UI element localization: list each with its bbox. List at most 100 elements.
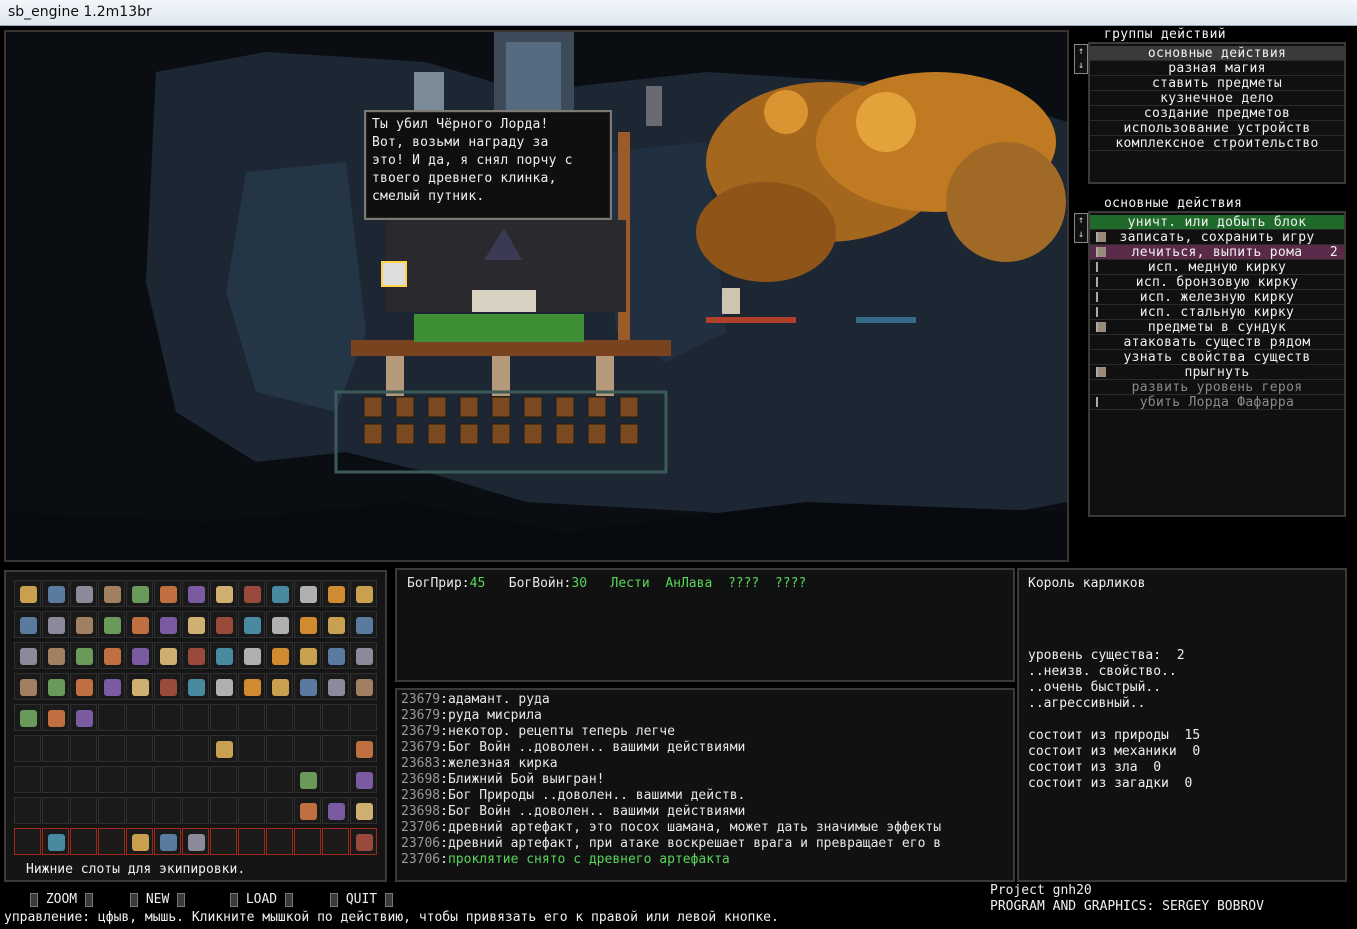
inventory-slot[interactable]: [322, 735, 349, 762]
inventory-slot[interactable]: [154, 797, 181, 824]
inventory-slot[interactable]: [126, 828, 153, 855]
action-item[interactable]: записать, сохранить игру: [1090, 230, 1344, 245]
inventory-slot[interactable]: [210, 704, 237, 731]
inventory-slot[interactable]: [14, 611, 41, 638]
inventory-slot[interactable]: [154, 735, 181, 762]
scroll-down-icon[interactable]: ↓: [1075, 228, 1087, 242]
inventory-slot[interactable]: [238, 704, 265, 731]
inventory-slot[interactable]: [70, 735, 97, 762]
inventory-slot[interactable]: [210, 828, 237, 855]
inventory-slot[interactable]: [210, 611, 237, 638]
inventory-slot[interactable]: [154, 642, 181, 669]
action-item[interactable]: развить уровень героя: [1090, 380, 1344, 395]
inventory-slot[interactable]: [350, 766, 377, 793]
inventory-slot[interactable]: [238, 735, 265, 762]
inventory-slot[interactable]: [14, 766, 41, 793]
inventory-slot[interactable]: [70, 704, 97, 731]
inventory-slot[interactable]: [182, 797, 209, 824]
inventory-slot[interactable]: [70, 797, 97, 824]
inventory-slot[interactable]: [42, 611, 69, 638]
inventory-slot[interactable]: [98, 704, 125, 731]
action-item[interactable]: исп. медную кирку: [1090, 260, 1344, 275]
zoom-button[interactable]: ZOOM: [30, 892, 93, 910]
inventory-slot[interactable]: [42, 642, 69, 669]
inventory-slot[interactable]: [98, 611, 125, 638]
inventory-slot[interactable]: [210, 766, 237, 793]
inventory-slot[interactable]: [70, 642, 97, 669]
game-viewport[interactable]: Ты убил Чёрного Лорда! Вот, возьми награ…: [4, 30, 1069, 562]
inventory-slot[interactable]: [14, 797, 41, 824]
inventory-slot[interactable]: [210, 642, 237, 669]
inventory-slot[interactable]: [210, 580, 237, 607]
inventory-slot[interactable]: [238, 673, 265, 700]
inventory-slot[interactable]: [182, 611, 209, 638]
inventory-slot[interactable]: [14, 673, 41, 700]
quit-button[interactable]: QUIT: [330, 892, 393, 910]
inventory-slot[interactable]: [98, 580, 125, 607]
inventory-slot[interactable]: [322, 828, 349, 855]
inventory-slot[interactable]: [42, 673, 69, 700]
inventory-slot[interactable]: [98, 828, 125, 855]
inventory-slot[interactable]: [294, 828, 321, 855]
inventory-slot[interactable]: [182, 673, 209, 700]
inventory-slot[interactable]: [154, 611, 181, 638]
inventory-slot[interactable]: [238, 611, 265, 638]
inventory-slot[interactable]: [70, 580, 97, 607]
inventory-slot[interactable]: [154, 766, 181, 793]
inventory-slot[interactable]: [210, 735, 237, 762]
inventory-slot[interactable]: [350, 735, 377, 762]
inventory-slot[interactable]: [238, 797, 265, 824]
inventory-slot[interactable]: [182, 828, 209, 855]
inventory-slot[interactable]: [98, 673, 125, 700]
inventory-slot[interactable]: [70, 766, 97, 793]
action-group-item[interactable]: кузнечное дело: [1090, 91, 1344, 106]
inventory-slot[interactable]: [350, 642, 377, 669]
action-item[interactable]: атаковать существ рядом: [1090, 335, 1344, 350]
inventory-slot[interactable]: [154, 673, 181, 700]
inventory-slot[interactable]: [294, 673, 321, 700]
inventory-slot[interactable]: [14, 704, 41, 731]
load-button[interactable]: LOAD: [230, 892, 293, 910]
inventory-slot[interactable]: [322, 704, 349, 731]
action-item[interactable]: прыгнуть: [1090, 365, 1344, 380]
action-item[interactable]: уничт. или добыть блок: [1090, 215, 1344, 230]
inventory-slot[interactable]: [182, 704, 209, 731]
inventory-slot[interactable]: [154, 704, 181, 731]
inventory-slot[interactable]: [266, 673, 293, 700]
inventory-slot[interactable]: [98, 642, 125, 669]
inventory-slot[interactable]: [98, 797, 125, 824]
inventory-slot[interactable]: [266, 797, 293, 824]
inventory-slot[interactable]: [266, 642, 293, 669]
inventory-slot[interactable]: [70, 673, 97, 700]
action-group-item[interactable]: ставить предметы: [1090, 76, 1344, 91]
inventory-slot[interactable]: [42, 828, 69, 855]
inventory-slot[interactable]: [126, 797, 153, 824]
inventory-slot[interactable]: [70, 611, 97, 638]
action-item[interactable]: убить Лорда Фафарра: [1090, 395, 1344, 410]
inventory-slot[interactable]: [182, 580, 209, 607]
inventory-slot[interactable]: [126, 580, 153, 607]
inventory-slot[interactable]: [294, 735, 321, 762]
action-item[interactable]: исп. бронзовую кирку: [1090, 275, 1344, 290]
inventory-slot[interactable]: [154, 828, 181, 855]
inventory-slot[interactable]: [350, 797, 377, 824]
action-item[interactable]: исп. железную кирку: [1090, 290, 1344, 305]
inventory-slot[interactable]: [126, 642, 153, 669]
inventory-slot[interactable]: [266, 828, 293, 855]
inventory-slot[interactable]: [322, 673, 349, 700]
inventory-slot[interactable]: [126, 704, 153, 731]
inventory-slot[interactable]: [350, 704, 377, 731]
inventory-slot[interactable]: [350, 580, 377, 607]
inventory-slot[interactable]: [266, 611, 293, 638]
inventory-slot[interactable]: [126, 735, 153, 762]
action-item[interactable]: лечиться, выпить рома 2: [1090, 245, 1344, 260]
inventory-slot[interactable]: [182, 642, 209, 669]
inventory-slot[interactable]: [322, 642, 349, 669]
scroll-up-icon[interactable]: ↑: [1075, 214, 1087, 228]
inventory-slot[interactable]: [266, 704, 293, 731]
inventory-slot[interactable]: [154, 580, 181, 607]
inventory-slot[interactable]: [238, 580, 265, 607]
inventory-slot[interactable]: [322, 580, 349, 607]
inventory-slot[interactable]: [14, 828, 41, 855]
inventory-slot[interactable]: [42, 766, 69, 793]
